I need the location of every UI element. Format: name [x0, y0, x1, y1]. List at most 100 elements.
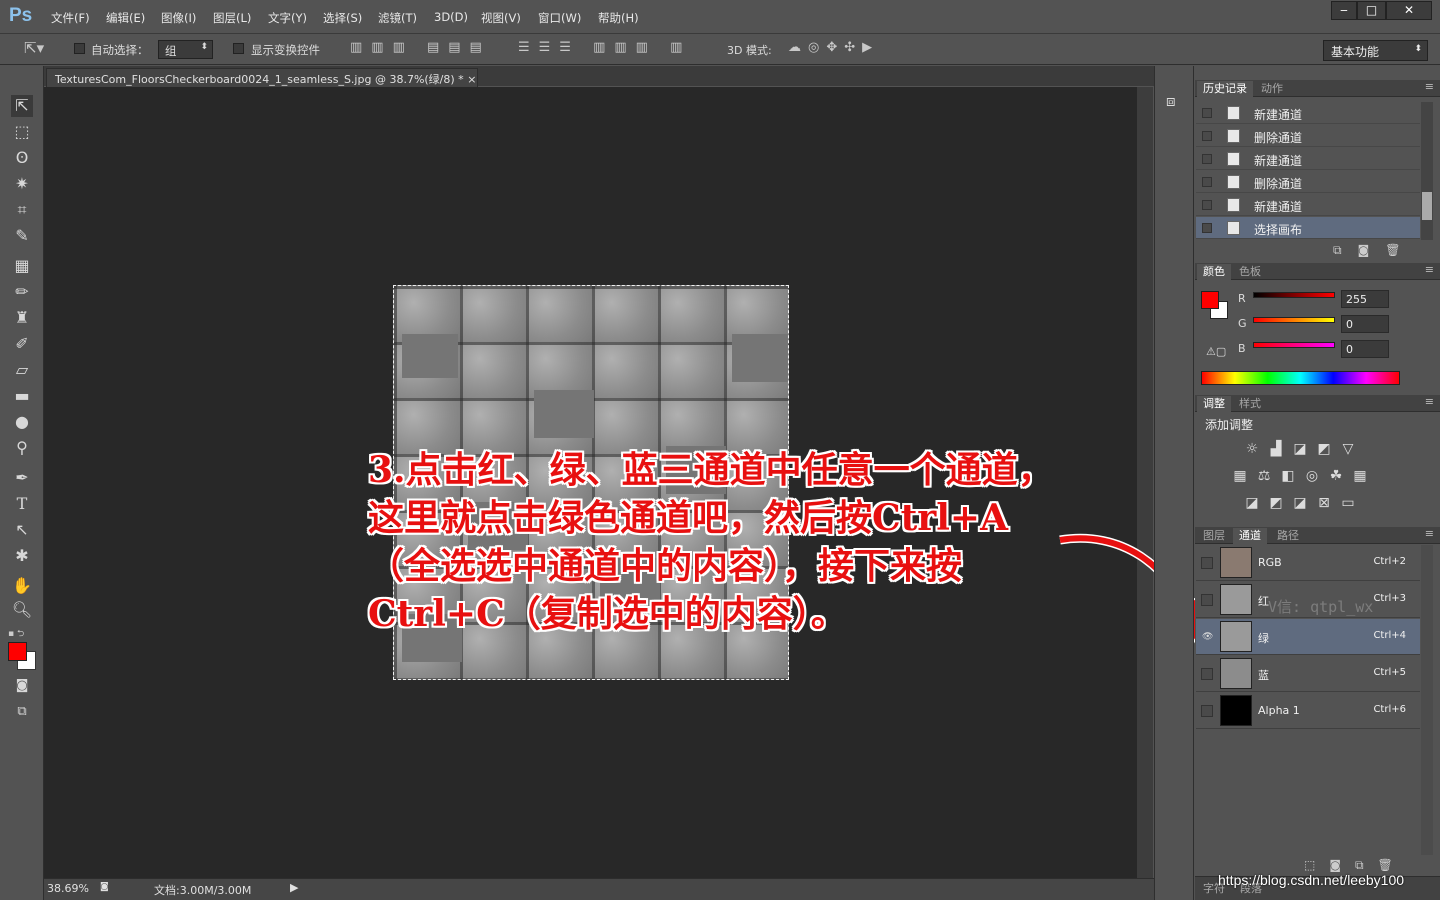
menu-filter[interactable]: 滤镜(T)	[378, 10, 417, 26]
menu-layer[interactable]: 图层(L)	[213, 10, 251, 26]
restore-button[interactable]: □	[1357, 1, 1386, 20]
close-button[interactable]: ✕	[1386, 1, 1432, 20]
g-slider[interactable]	[1253, 317, 1335, 323]
channel-row[interactable]: Alpha 1 Ctrl+6	[1196, 693, 1420, 729]
threshold-icon[interactable]: ◪	[1291, 495, 1309, 511]
history-item[interactable]: 新建通道	[1196, 194, 1420, 216]
levels-icon[interactable]: ▟	[1267, 441, 1285, 457]
blur-tool-icon[interactable]: ●	[11, 411, 33, 433]
status-info-icon[interactable]: ◙	[100, 882, 109, 892]
pen-tool-icon[interactable]: ✒	[11, 467, 33, 489]
eyedropper-icon[interactable]: ✎	[11, 225, 33, 247]
3d-panel-icon[interactable]: ⧈	[1166, 92, 1176, 110]
history-item-selected[interactable]: 选择画布	[1196, 217, 1420, 239]
menu-view[interactable]: 视图(V)	[481, 10, 521, 26]
move-tool-preset-icon[interactable]: ⇱▾	[24, 39, 44, 57]
path-selection-icon[interactable]: ↖	[11, 519, 33, 541]
foreground-color-swatch[interactable]	[8, 642, 27, 661]
history-brush-icon[interactable]: ✐	[11, 333, 33, 355]
align-icons[interactable]: ▥▥▥ ▤▤▤	[350, 40, 491, 55]
vertical-scrollbar[interactable]	[1137, 87, 1153, 878]
invert-icon[interactable]: ◪	[1243, 495, 1261, 511]
selective-color-icon[interactable]: ⊠	[1315, 495, 1333, 511]
move-tool-icon[interactable]: ⇱	[11, 95, 33, 117]
channel-row-selected[interactable]: 👁︎ 绿 Ctrl+4	[1196, 619, 1420, 655]
eye-icon[interactable]: 👁︎	[1201, 631, 1213, 643]
brightness-icon[interactable]: ☼	[1243, 441, 1261, 457]
channels-scrollbar[interactable]	[1421, 545, 1433, 855]
visibility-toggle[interactable]	[1201, 705, 1213, 717]
menu-help[interactable]: 帮助(H)	[598, 10, 639, 26]
tab-swatches[interactable]: 色板	[1233, 264, 1267, 280]
panel-menu-icon[interactable]: ≡	[1425, 263, 1434, 276]
channel-row[interactable]: RGB Ctrl+2	[1196, 545, 1420, 581]
tab-color[interactable]: 颜色	[1197, 264, 1231, 280]
tab-styles[interactable]: 样式	[1233, 396, 1267, 412]
show-transform-checkbox[interactable]	[233, 43, 244, 54]
gradient-map-icon[interactable]: ▭	[1339, 495, 1357, 511]
3d-mode-icons[interactable]: ☁◎✥✣▶	[788, 40, 879, 55]
crop-tool-icon[interactable]: ⌗	[11, 199, 33, 221]
history-scrollbar[interactable]	[1421, 102, 1433, 240]
tab-close-icon[interactable]: ×	[467, 73, 476, 86]
screen-mode-icon[interactable]: ⧉	[11, 701, 33, 723]
eraser-tool-icon[interactable]: ▱	[11, 359, 33, 381]
b-value-input[interactable]: 0	[1341, 340, 1389, 358]
panel-menu-icon[interactable]: ≡	[1425, 527, 1434, 540]
panel-menu-icon[interactable]: ≡	[1425, 80, 1434, 93]
menu-file[interactable]: 文件(F)	[51, 10, 90, 26]
channel-row[interactable]: 蓝 Ctrl+5	[1196, 656, 1420, 692]
brush-tool-icon[interactable]: ✏	[11, 281, 33, 303]
tab-channels[interactable]: 通道	[1233, 528, 1267, 544]
b-slider[interactable]	[1253, 342, 1335, 348]
tab-history[interactable]: 历史记录	[1197, 81, 1253, 97]
hand-tool-icon[interactable]: ✋	[11, 575, 33, 597]
menu-image[interactable]: 图像(I)	[161, 10, 196, 26]
healing-brush-icon[interactable]: ▦	[11, 255, 33, 277]
tab-actions[interactable]: 动作	[1255, 81, 1289, 97]
type-tool-icon[interactable]: T	[11, 493, 33, 515]
zoom-level[interactable]: 38.69%	[47, 882, 89, 895]
magic-wand-icon[interactable]: ✷	[11, 173, 33, 195]
clone-stamp-icon[interactable]: ♜	[11, 307, 33, 329]
exposure-icon[interactable]: ◩	[1315, 441, 1333, 457]
vibrance-icon[interactable]: ▽	[1339, 441, 1357, 457]
minimize-button[interactable]: ‒	[1331, 1, 1357, 20]
lasso-tool-icon[interactable]: ʘ	[11, 147, 33, 169]
tab-layers[interactable]: 图层	[1197, 528, 1231, 544]
status-menu-arrow-icon[interactable]: ▶	[290, 881, 298, 894]
quick-mask-icon[interactable]: ◙	[11, 675, 33, 697]
channels-footer-icons[interactable]: ⬚◙⧉🗑︎	[1304, 858, 1407, 873]
visibility-toggle[interactable]	[1201, 668, 1213, 680]
photo-filter-icon[interactable]: ◎	[1303, 468, 1321, 484]
tab-adjustments[interactable]: 调整	[1197, 396, 1231, 412]
auto-select-dropdown[interactable]: 组 ⬍	[158, 40, 213, 59]
auto-select-checkbox[interactable]	[74, 43, 85, 54]
document-tab[interactable]: TexturesCom_FloorsCheckerboard0024_1_sea…	[46, 68, 478, 87]
menu-3d[interactable]: 3D(D)	[434, 10, 468, 24]
posterize-icon[interactable]: ◩	[1267, 495, 1285, 511]
history-item[interactable]: 新建通道	[1196, 102, 1420, 124]
channel-mixer-icon[interactable]: ☘	[1327, 468, 1345, 484]
menu-select[interactable]: 选择(S)	[323, 10, 362, 26]
color-balance-icon[interactable]: ⚖	[1255, 468, 1273, 484]
swap-colors-icon[interactable]: ▪ ⮌	[8, 626, 24, 642]
custom-shape-icon[interactable]: ✱	[11, 545, 33, 567]
zoom-tool-icon[interactable]: 🔍︎	[11, 599, 33, 621]
color-spectrum-ramp[interactable]	[1201, 371, 1400, 385]
curves-icon[interactable]: ◪	[1291, 441, 1309, 457]
color-fg-swatch[interactable]	[1201, 291, 1219, 309]
menu-type[interactable]: 文字(Y)	[268, 10, 307, 26]
hue-saturation-icon[interactable]: ▦	[1231, 468, 1249, 484]
distribute-icons[interactable]: ☰☰☰ ▥▥▥ ▥	[518, 40, 691, 55]
r-value-input[interactable]: 255	[1341, 290, 1389, 308]
g-value-input[interactable]: 0	[1341, 315, 1389, 333]
history-footer-icons[interactable]: ⧉◙🗑︎	[1333, 243, 1416, 258]
r-slider[interactable]	[1253, 292, 1335, 298]
black-white-icon[interactable]: ◧	[1279, 468, 1297, 484]
visibility-toggle[interactable]	[1201, 557, 1213, 569]
menu-window[interactable]: 窗口(W)	[538, 10, 581, 26]
visibility-toggle[interactable]	[1201, 594, 1213, 606]
gradient-tool-icon[interactable]: ▬	[11, 385, 33, 407]
marquee-tool-icon[interactable]: ⬚	[11, 121, 33, 143]
